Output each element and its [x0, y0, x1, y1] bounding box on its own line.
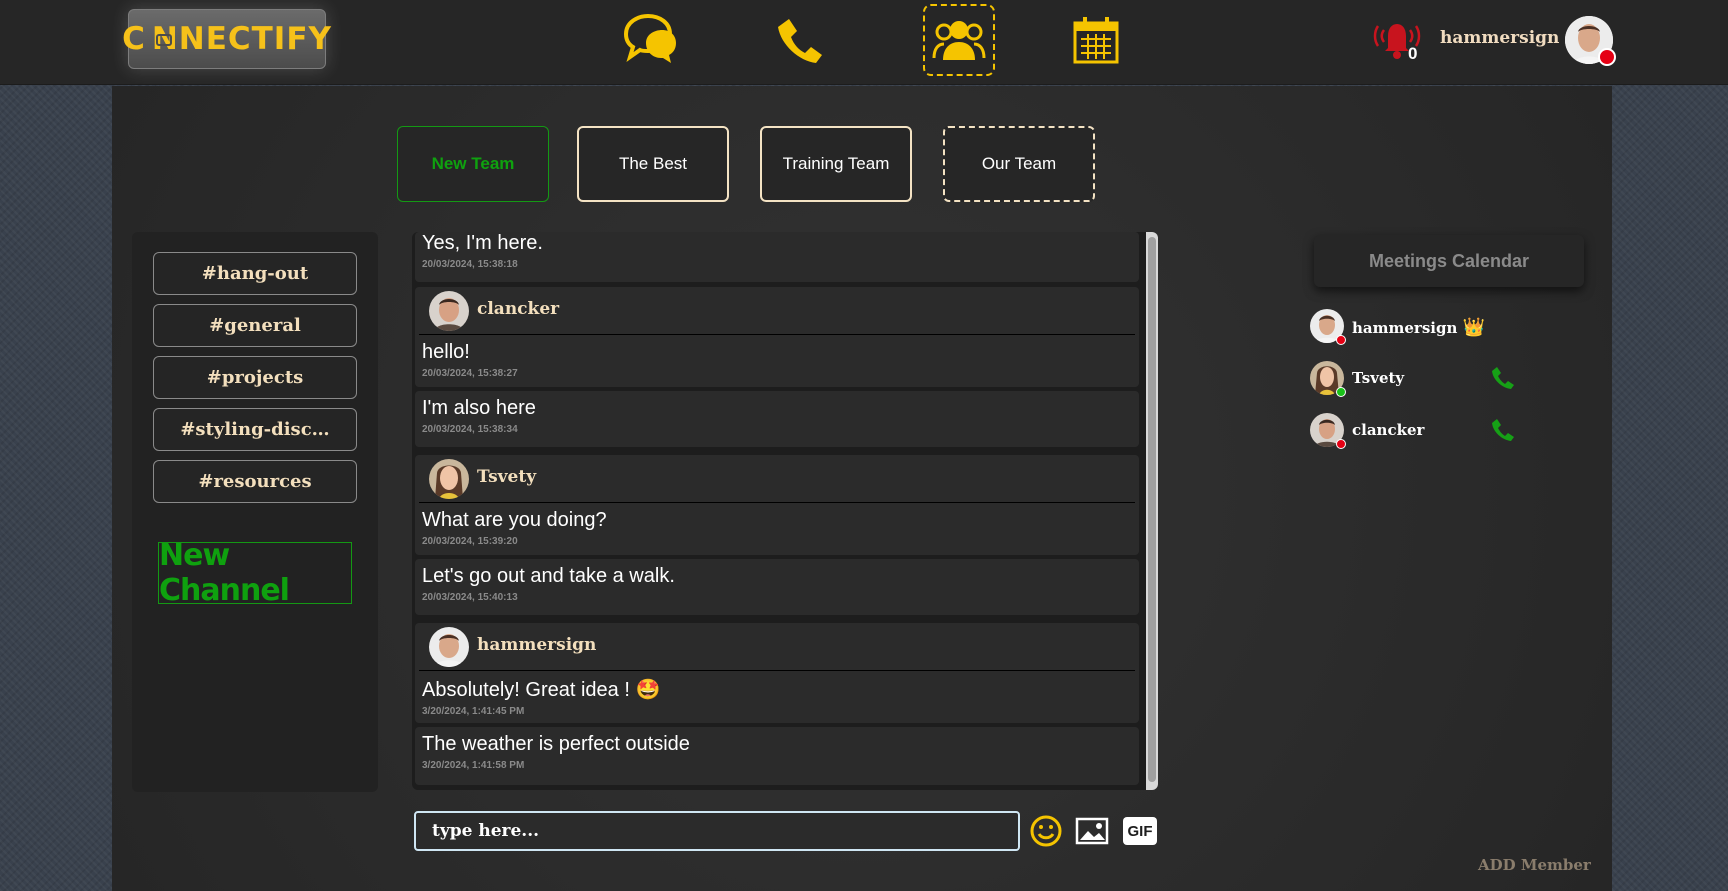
- notification-count: 0: [1408, 44, 1418, 63]
- message-item: Yes, I'm here. 20/03/2024, 15:38:18: [415, 232, 1139, 282]
- tab-training-team[interactable]: Training Team: [760, 126, 912, 202]
- new-channel-button[interactable]: New Channel: [158, 538, 352, 608]
- tab-the-best[interactable]: The Best: [577, 126, 729, 202]
- message-header: hammersign: [419, 623, 1135, 671]
- member-row[interactable]: hammersign 👑: [1310, 309, 1530, 349]
- status-offline-dot: [1336, 335, 1346, 345]
- phone-icon: [1492, 367, 1514, 389]
- gif-icon: GIF: [1123, 817, 1157, 845]
- status-online-dot: [1336, 387, 1346, 397]
- face-avatar-icon: [429, 627, 469, 667]
- tab-our-team[interactable]: Our Team: [943, 126, 1095, 202]
- call-member-button[interactable]: [1490, 365, 1516, 396]
- message-item: hammersign Absolutely! Great idea ! 🤩 3/…: [415, 623, 1139, 723]
- logo-text-right: NNECTIFY: [151, 21, 332, 57]
- member-name: Tsvety: [1352, 369, 1405, 387]
- message-text: What are you doing?: [422, 509, 607, 531]
- gif-button[interactable]: GIF: [1122, 813, 1158, 849]
- phone-icon: [1492, 419, 1514, 441]
- logo-text-left: C: [122, 21, 146, 57]
- channel-styling-discussion[interactable]: #styling-disc…: [153, 408, 357, 451]
- phone-icon: [778, 19, 822, 63]
- message-item: I'm also here 20/03/2024, 15:38:34: [415, 391, 1139, 447]
- face-avatar-icon: [429, 291, 469, 331]
- image-upload-button[interactable]: [1074, 813, 1110, 849]
- member-name: hammersign 👑: [1352, 317, 1486, 338]
- channel-projects[interactable]: #projects: [153, 356, 357, 399]
- message-item: Tsvety What are you doing? 20/03/2024, 1…: [415, 455, 1139, 555]
- message-header: clancker: [419, 287, 1135, 335]
- call-member-button[interactable]: [1490, 417, 1516, 448]
- nav-calls-button[interactable]: [764, 4, 836, 76]
- image-icon: [1075, 817, 1109, 845]
- member-name: clancker: [1352, 421, 1425, 439]
- message-text: hello!: [422, 341, 470, 363]
- chat-messages[interactable]: Yes, I'm here. 20/03/2024, 15:38:18 clan…: [412, 232, 1158, 790]
- message-text: Let's go out and take a walk.: [422, 565, 675, 587]
- message-time: 20/03/2024, 15:38:34: [422, 424, 518, 435]
- author-avatar[interactable]: [429, 627, 469, 667]
- crown-icon: 👑: [1462, 317, 1486, 338]
- message-time: 20/03/2024, 15:40:13: [422, 592, 518, 603]
- member-row[interactable]: clancker: [1310, 413, 1530, 453]
- message-time: 20/03/2024, 15:38:27: [422, 368, 518, 379]
- message-time: 20/03/2024, 15:39:20: [422, 536, 518, 547]
- message-author: clancker: [477, 299, 560, 319]
- channel-resources[interactable]: #resources: [153, 460, 357, 503]
- author-avatar[interactable]: [429, 291, 469, 331]
- message-input[interactable]: [414, 811, 1020, 851]
- emoji-button[interactable]: [1028, 813, 1064, 849]
- channel-list: #hang-out #general #projects #styling-di…: [132, 232, 378, 792]
- tab-new-team[interactable]: New Team: [397, 126, 549, 202]
- message-author: Tsvety: [477, 467, 537, 487]
- meetings-calendar-button[interactable]: Meetings Calendar: [1314, 235, 1584, 287]
- message-item: The weather is perfect outside 3/20/2024…: [415, 727, 1139, 785]
- calendar-icon: [1073, 17, 1119, 64]
- add-member-button[interactable]: ADD Member: [1478, 856, 1591, 874]
- message-author: hammersign: [477, 635, 597, 655]
- message-time: 3/20/2024, 1:41:58 PM: [422, 760, 525, 771]
- message-item: clancker hello! 20/03/2024, 15:38:27: [415, 287, 1139, 387]
- top-bar: C NNECTIFY 0 hammersign: [0, 0, 1728, 85]
- team-icon: [932, 21, 986, 60]
- user-status-dot: [1598, 48, 1616, 66]
- face-avatar-icon: [429, 459, 469, 499]
- message-text: Absolutely! Great idea ! 🤩: [422, 679, 661, 701]
- message-time: 20/03/2024, 15:38:18: [422, 259, 518, 270]
- channel-hang-out[interactable]: #hang-out: [153, 252, 357, 295]
- chat-bubbles-icon: [623, 14, 676, 63]
- author-avatar[interactable]: [429, 459, 469, 499]
- chat-scrollbar-thumb[interactable]: [1148, 237, 1156, 782]
- member-row[interactable]: Tsvety: [1310, 361, 1530, 401]
- message-text: Yes, I'm here.: [422, 232, 543, 254]
- channel-general[interactable]: #general: [153, 304, 357, 347]
- gif-label: GIF: [1127, 822, 1153, 840]
- status-offline-dot: [1336, 439, 1346, 449]
- nav-calendar-button[interactable]: [1060, 4, 1132, 76]
- nav-chat-button[interactable]: [614, 4, 686, 76]
- current-username: hammersign: [1440, 28, 1560, 48]
- nav-teams-button[interactable]: [923, 4, 995, 76]
- message-text: The weather is perfect outside: [422, 733, 690, 755]
- message-header: Tsvety: [419, 455, 1135, 503]
- message-item: Let's go out and take a walk. 20/03/2024…: [415, 559, 1139, 615]
- message-time: 3/20/2024, 1:41:45 PM: [422, 706, 525, 717]
- smiley-icon: [1030, 815, 1062, 847]
- app-logo[interactable]: C NNECTIFY: [122, 9, 331, 69]
- chat-scrollbar[interactable]: [1146, 232, 1158, 790]
- message-text: I'm also here: [422, 397, 536, 419]
